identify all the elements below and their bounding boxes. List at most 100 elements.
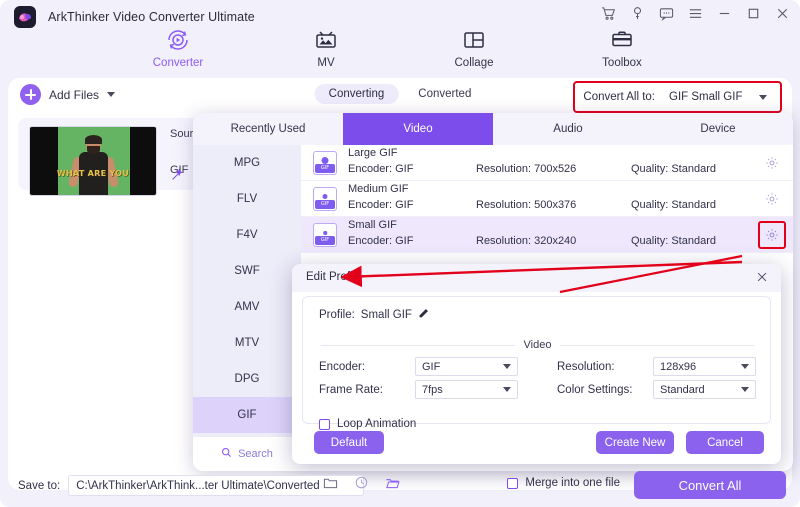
convert-all-to-label: Convert All to: [583, 91, 655, 103]
format-item-swf[interactable]: SWF [193, 253, 301, 289]
preset-resolution: Resolution: 320x240 [476, 235, 577, 247]
plus-icon [20, 84, 41, 105]
create-new-button[interactable]: Create New [596, 431, 674, 454]
resolution-label: Resolution: [557, 360, 615, 373]
format-item-gif[interactable]: GIF [193, 397, 301, 433]
checkbox-box [507, 477, 519, 489]
preset-name: Medium GIF [348, 183, 409, 195]
preset-row-small-gif[interactable]: GIF Small GIF Encoder: GIF Resolution: 3… [301, 217, 793, 253]
window-controls [601, 6, 790, 21]
format-type-list: MPG FLV F4V SWF AMV MTV DPG GIF Search [193, 145, 301, 471]
collage-icon [461, 26, 487, 54]
file-tools [170, 168, 184, 187]
preset-row-large-gif[interactable]: GIF Large GIF Encoder: GIF Resolution: 7… [301, 145, 793, 181]
preset-encoder: Encoder: GIF [348, 235, 414, 247]
dialog-footer: Default Create New Cancel [292, 424, 781, 464]
nav-tab-collage-label: Collage [454, 57, 494, 69]
edit-pencil-icon[interactable] [418, 308, 429, 322]
convert-all-to-group: Convert All to: GIF Small GIF [573, 81, 782, 113]
nav-tab-converter[interactable]: Converter [132, 22, 224, 78]
color-settings-value: Standard [660, 383, 705, 396]
color-settings-label: Color Settings: [557, 383, 633, 396]
mv-icon [313, 26, 339, 54]
add-files-label: Add Files [49, 87, 100, 102]
converter-toolbar: Add Files Converting Converted Convert A… [8, 78, 792, 114]
encoder-field: Encoder: GIF [319, 357, 518, 376]
format-tab-video[interactable]: Video [343, 113, 493, 145]
resolution-select[interactable]: 128x96 [653, 357, 756, 376]
edit-profile-dialog: Edit Profile Profile: Small GIF Video En… [292, 264, 781, 464]
preset-settings-gear-icon[interactable] [765, 228, 779, 242]
frame-rate-select[interactable]: 7fps [415, 380, 518, 399]
cancel-button[interactable]: Cancel [686, 431, 764, 454]
chevron-down-icon [741, 364, 749, 369]
nav-tab-toolbox-label: Toolbox [602, 57, 642, 69]
merge-into-one-file-checkbox[interactable]: Merge into one file [507, 477, 620, 489]
chevron-down-icon [503, 387, 511, 392]
profile-label: Profile: [319, 309, 355, 321]
gif-preset-icon: GIF [313, 223, 337, 247]
preset-list: GIF Large GIF Encoder: GIF Resolution: 7… [301, 145, 793, 253]
search-icon [221, 445, 232, 463]
nav-tab-converter-label: Converter [152, 57, 204, 69]
preset-encoder: Encoder: GIF [348, 163, 414, 175]
encoder-label: Encoder: [319, 360, 366, 373]
nav-tab-toolbox[interactable]: Toolbox [576, 22, 668, 78]
open-folder-icon[interactable] [385, 475, 400, 495]
preset-row-medium-gif[interactable]: GIF Medium GIF Encoder: GIF Resolution: … [301, 181, 793, 217]
add-files-button[interactable]: Add Files [20, 84, 116, 105]
chevron-down-icon [759, 94, 767, 100]
history-icon[interactable] [354, 475, 369, 495]
chat-icon[interactable] [659, 6, 674, 21]
preset-settings-gear-icon[interactable] [765, 156, 779, 170]
tab-converted[interactable]: Converted [404, 84, 485, 104]
frame-rate-field: Frame Rate: 7fps [319, 380, 518, 399]
format-item-mpg[interactable]: MPG [193, 145, 301, 181]
encoder-value: GIF [422, 360, 441, 373]
preset-resolution: Resolution: 700x526 [476, 163, 577, 175]
dialog-close-icon[interactable] [755, 270, 769, 284]
format-tab-audio[interactable]: Audio [493, 113, 643, 145]
format-tab-recently-used[interactable]: Recently Used [193, 113, 343, 145]
gif-preset-icon: GIF [313, 187, 337, 211]
convert-all-button[interactable]: Convert All [634, 471, 786, 499]
key-icon[interactable] [630, 6, 645, 21]
app-window: ArkThinker Video Converter Ultimate Conv… [0, 0, 800, 507]
folder-icon[interactable] [323, 475, 338, 495]
close-icon[interactable] [775, 6, 790, 21]
format-category-tabs: Recently Used Video Audio Device [193, 113, 793, 145]
preset-name: Small GIF [348, 219, 397, 231]
preset-name: Large GIF [348, 147, 398, 159]
format-item-dpg[interactable]: DPG [193, 361, 301, 397]
cart-icon[interactable] [601, 6, 616, 21]
format-item-amv[interactable]: AMV [193, 289, 301, 325]
converter-icon [165, 26, 191, 54]
format-tab-device[interactable]: Device [643, 113, 793, 145]
preset-encoder: Encoder: GIF [348, 199, 414, 211]
color-settings-select[interactable]: Standard [653, 380, 756, 399]
encoder-select[interactable]: GIF [415, 357, 518, 376]
save-to-label: Save to: [18, 479, 61, 492]
nav-tab-mv[interactable]: MV [280, 22, 372, 78]
menu-icon[interactable] [688, 6, 703, 21]
default-button[interactable]: Default [314, 431, 384, 454]
save-to-path-input[interactable]: C:\ArkThinker\ArkThink...ter Ultimate\Co… [68, 475, 365, 496]
resolution-field: Resolution: 128x96 [557, 357, 756, 376]
convert-all-to-select[interactable]: GIF Small GIF [662, 86, 774, 108]
main-nav: Converter MV Collage Toolbox [0, 22, 800, 78]
nav-tab-mv-label: MV [317, 57, 335, 69]
preset-settings-gear-icon[interactable] [765, 192, 779, 206]
video-section-divider: Video [321, 339, 754, 351]
chevron-down-icon[interactable] [107, 92, 116, 97]
minimize-icon[interactable] [717, 6, 732, 21]
chevron-down-icon [741, 387, 749, 392]
nav-tab-collage[interactable]: Collage [428, 22, 520, 78]
maximize-icon[interactable] [746, 6, 761, 21]
magic-wand-icon[interactable] [170, 168, 184, 187]
format-item-mtv[interactable]: MTV [193, 325, 301, 361]
color-settings-field: Color Settings: Standard [557, 380, 756, 399]
merge-label: Merge into one file [525, 477, 620, 489]
format-item-f4v[interactable]: F4V [193, 217, 301, 253]
format-item-flv[interactable]: FLV [193, 181, 301, 217]
tab-converting[interactable]: Converting [314, 84, 399, 104]
